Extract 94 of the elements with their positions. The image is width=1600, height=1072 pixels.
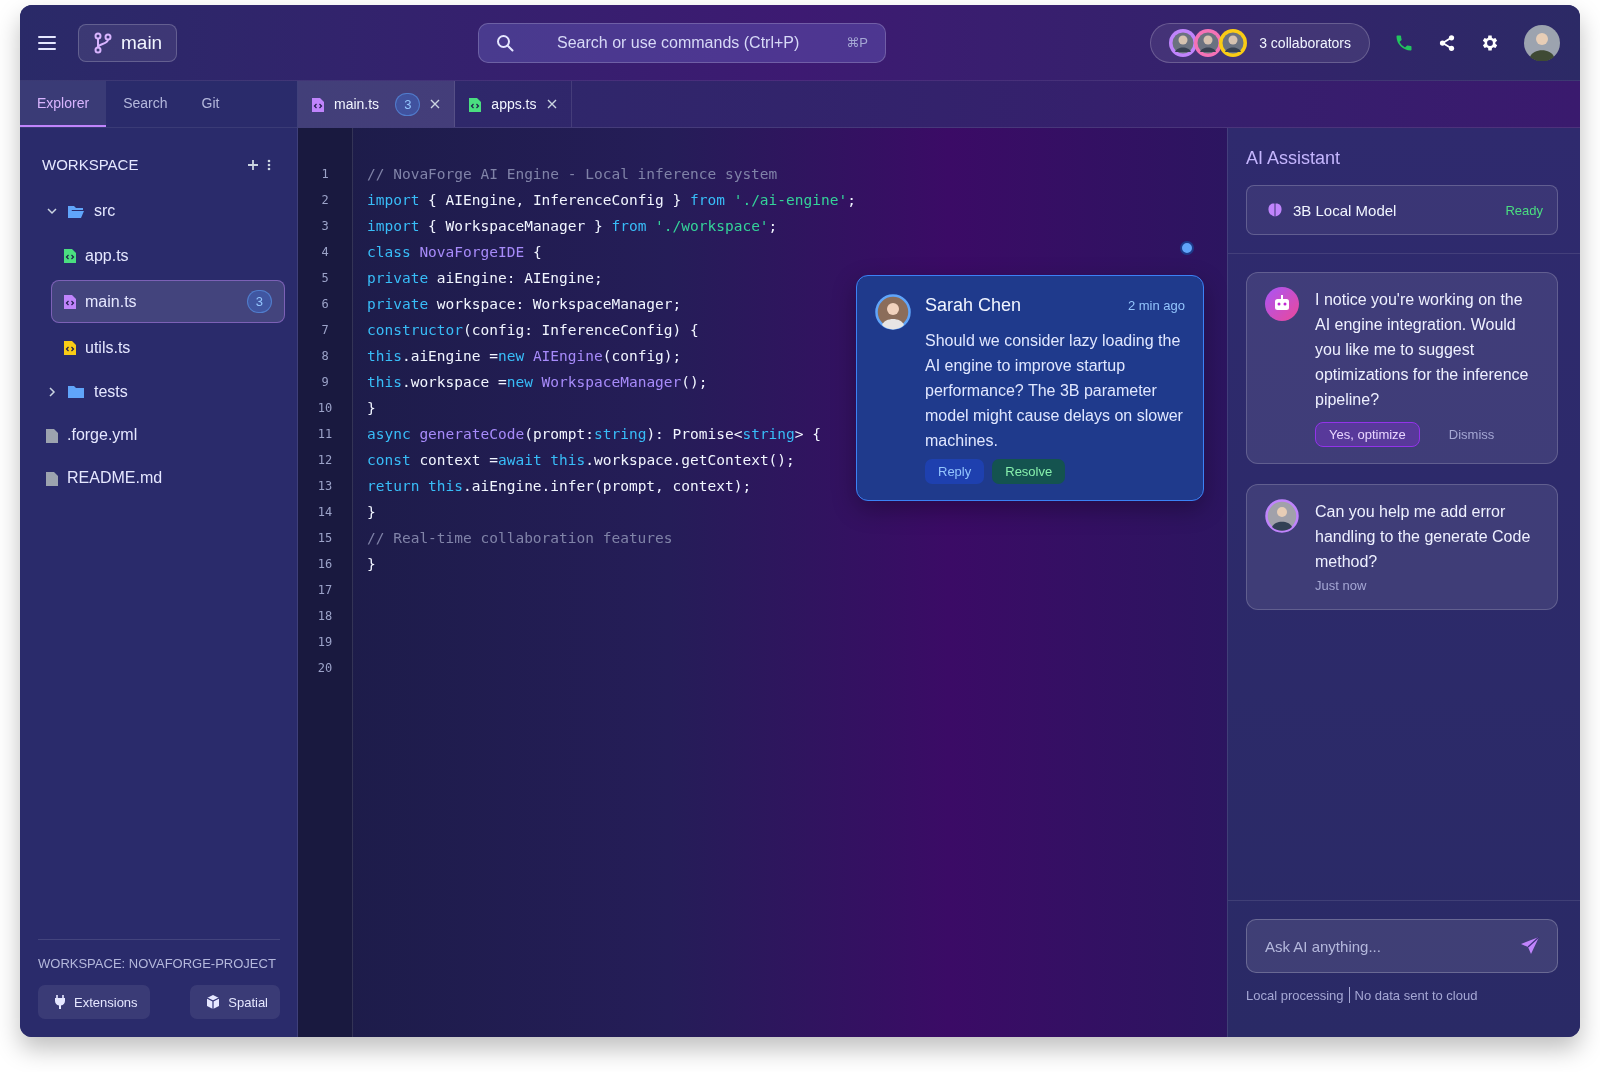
chevron-icon: [46, 205, 58, 217]
code-line: }: [367, 399, 377, 418]
status-label: Ready: [1505, 202, 1543, 218]
folder-item[interactable]: tests: [20, 372, 297, 412]
message-text: Can you help me add error handling to the generate Code method?: [1315, 502, 1532, 572]
plug-icon: [54, 995, 66, 1009]
workspace-title: WORKSPACE: [42, 156, 139, 173]
robot-avatar-icon: [1265, 287, 1299, 321]
comment-author: Sarah Chen: [925, 294, 1022, 316]
file-item[interactable]: .forge.yml: [20, 415, 297, 455]
line-number: 19: [316, 634, 334, 651]
toolbar-button[interactable]: Spatial: [190, 985, 280, 1019]
code-line: }: [367, 503, 377, 522]
collaborators-label: 3 collaborators: [1259, 34, 1351, 51]
send-icon[interactable]: [1520, 936, 1540, 956]
more-icon[interactable]: [267, 158, 271, 171]
file-item[interactable]: app.ts: [51, 234, 285, 277]
code-line: constructor(config: InferenceConfig) {: [367, 321, 700, 340]
panel-title: AI Assistant: [1246, 148, 1342, 169]
editor-tab[interactable]: main.ts 3: [298, 81, 456, 127]
collaborators-pill[interactable]: 3 collaborators: [1150, 22, 1370, 63]
close-icon[interactable]: [546, 99, 557, 109]
suggestion-button[interactable]: Dismiss: [1435, 423, 1508, 446]
code-line: import { WorkspaceManager } from './workspace';: [367, 217, 779, 236]
sidebar-tab[interactable]: Explorer: [20, 81, 107, 127]
code-line: import { AIEngine, InferenceConfig } from './ai-engine';: [367, 191, 856, 210]
privacy-note: Local processing: [1246, 987, 1344, 1003]
workspace-label: WORKSPACE: NOVAFORGE-PROJECT: [38, 939, 280, 985]
line-number: 16: [316, 556, 334, 573]
line-number: 10: [316, 400, 334, 417]
line-number: 3: [320, 218, 330, 235]
line-number: 7: [320, 322, 330, 339]
branch-icon: [93, 31, 113, 54]
line-number: 5: [320, 270, 330, 287]
menu-icon[interactable]: [38, 34, 56, 51]
count-badge: 3: [246, 290, 272, 313]
line-number: 6: [320, 296, 330, 313]
code-line: this.workspace =new WorkspaceManager();: [367, 373, 709, 392]
line-number: 20: [316, 660, 334, 677]
code-line: private aiEngine: AIEngine;: [367, 269, 604, 288]
comment-text: Should we consider lazy loading the AI engine to improve startup performance? The 3B parameter model might cause delays on slower machines.: [925, 331, 1184, 451]
privacy-note: No data sent to cloud: [1354, 987, 1478, 1003]
avatar-icon: [1265, 499, 1299, 533]
toolbar-button[interactable]: Extensions: [38, 985, 150, 1019]
line-number: 4: [320, 244, 330, 261]
file-item[interactable]: utils.ts: [51, 326, 285, 369]
model-selector[interactable]: 3B Local Model Ready: [1246, 185, 1558, 235]
line-number: 12: [316, 452, 334, 469]
search-icon: [496, 33, 514, 52]
comment-time: 2 min ago: [1127, 297, 1185, 313]
line-number: 8: [320, 348, 330, 365]
code-line: async generateCode(prompt:string): Promise<string> {: [367, 425, 822, 444]
add-icon[interactable]: [247, 158, 259, 171]
comment-action-button[interactable]: Resolve: [992, 459, 1066, 484]
chevron-icon: [46, 386, 58, 398]
code-line: // NovaForge AI Engine - Local inference system: [367, 165, 779, 184]
code-line: // Real-time collaboration features: [367, 529, 674, 548]
line-number: 13: [316, 478, 334, 495]
count-badge: 3: [395, 92, 421, 116]
line-number: 2: [320, 192, 330, 209]
line-number: 17: [316, 582, 334, 599]
branch-button[interactable]: main: [78, 23, 178, 62]
line-number: 1: [320, 166, 330, 183]
comment-action-button[interactable]: Reply: [925, 459, 985, 484]
avatar-icon: [875, 294, 911, 330]
folder-icon: [67, 203, 85, 219]
code-line: class NovaForgeIDE {: [367, 243, 543, 262]
editor-tab[interactable]: apps.ts: [455, 81, 572, 127]
sidebar-tab[interactable]: Git: [184, 81, 237, 127]
code-line: private workspace: WorkspaceManager;: [367, 295, 683, 314]
line-number: 18: [316, 608, 334, 625]
message-time: Just now: [1315, 578, 1368, 593]
code-line: const context =await this.workspace.getContext();: [367, 451, 796, 470]
code-line: }: [367, 555, 377, 574]
line-number: 11: [316, 426, 334, 443]
cube-icon: [206, 995, 221, 1009]
line-number: 14: [316, 504, 334, 521]
shortcut-hint: ⌘P: [846, 34, 868, 50]
user-avatar-icon[interactable]: [1524, 24, 1560, 61]
code-line: this.aiEngine =new AIEngine(config);: [367, 347, 683, 366]
cursor-marker-icon: [1180, 241, 1194, 255]
sidebar-tab[interactable]: Search: [106, 81, 185, 127]
share-icon[interactable]: [1438, 33, 1456, 52]
folder-icon: [67, 384, 85, 400]
close-icon[interactable]: [430, 99, 441, 109]
brain-icon: [1267, 202, 1283, 218]
message-text: I notice you're working on the AI engine integration. Would you like me to suggest optimizations for the inference pipeline?: [1315, 290, 1530, 410]
line-number: 15: [316, 530, 334, 547]
file-item[interactable]: README.md: [20, 458, 297, 498]
suggestion-button[interactable]: Yes, optimize: [1315, 422, 1420, 447]
code-line: return this.aiEngine.infer(prompt, context);: [367, 477, 753, 496]
file-item[interactable]: main.ts 3: [51, 280, 285, 323]
line-number: 9: [320, 374, 330, 391]
folder-item[interactable]: src: [20, 191, 297, 231]
